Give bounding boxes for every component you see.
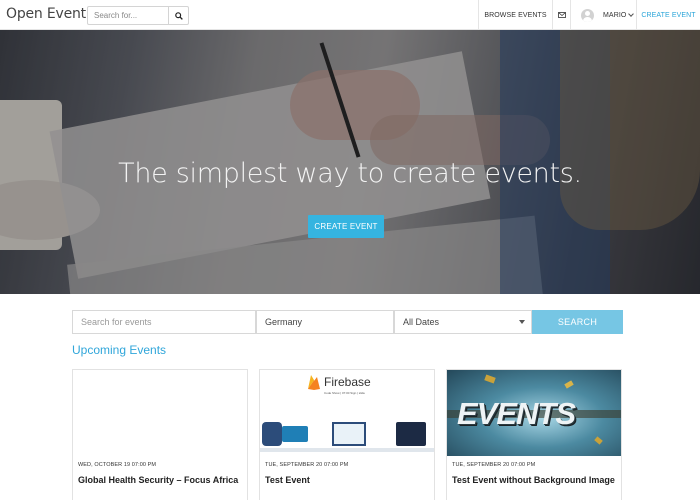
- illustration-screen-1: [282, 426, 308, 442]
- firebase-subtitle: Code Show | 07:00 Sign | slide: [324, 391, 365, 395]
- event-card-image: [73, 370, 247, 456]
- event-card-title[interactable]: Test Event: [265, 475, 310, 485]
- hero-banner: The simplest way to create events. CREAT…: [0, 30, 700, 294]
- firebase-title: Firebase: [324, 375, 371, 389]
- events-banner-confetti-1: [484, 374, 496, 384]
- date-select-value: All Dates: [403, 317, 440, 327]
- event-card-date: TUE, SEPTEMBER 20 07:00 PM: [452, 462, 536, 468]
- event-card[interactable]: EVENTS TUE, SEPTEMBER 20 07:00 PM Test E…: [446, 369, 622, 500]
- select-caret-icon: [519, 320, 525, 324]
- illustration-floor: [260, 448, 434, 452]
- nav-search: [87, 6, 189, 25]
- create-event-link[interactable]: CREATE EVENT: [636, 0, 700, 30]
- mail-button[interactable]: [552, 0, 570, 30]
- date-select[interactable]: All Dates: [394, 310, 532, 334]
- browse-events-link[interactable]: BROWSE EVENTS: [478, 0, 552, 30]
- location-input[interactable]: Germany: [256, 310, 394, 334]
- nav-search-input[interactable]: [88, 7, 168, 24]
- event-search-input[interactable]: Search for events: [72, 310, 256, 334]
- nav-search-button[interactable]: [168, 7, 188, 24]
- event-card-image: EVENTS: [447, 370, 621, 456]
- top-navbar: Open Event BROWSE EVENTS MARIO CREATE EV…: [0, 0, 700, 30]
- events-banner-confetti-3: [594, 436, 603, 445]
- caret-down-icon: [628, 11, 635, 17]
- nav-right: BROWSE EVENTS MARIO CREATE EVENT: [478, 0, 700, 30]
- event-card[interactable]: Firebase Code Show | 07:00 Sign | slide …: [259, 369, 435, 500]
- brand-logo[interactable]: Open Event: [6, 6, 86, 22]
- event-card-title[interactable]: Global Health Security – Focus Africa: [78, 475, 238, 485]
- illustration-screen-2: [396, 422, 426, 446]
- user-menu[interactable]: MARIO: [570, 0, 636, 30]
- event-card-title[interactable]: Test Event without Background Image: [452, 475, 615, 485]
- event-card-image: Firebase Code Show | 07:00 Sign | slide: [260, 370, 434, 456]
- hero-create-event-button[interactable]: CREATE EVENT: [308, 215, 384, 238]
- event-card-date: WED, OCTOBER 19 07:00 PM: [78, 462, 157, 468]
- event-card-date: TUE, SEPTEMBER 20 07:00 PM: [265, 462, 349, 468]
- user-avatar-icon: [581, 8, 594, 22]
- firebase-logo-icon: [308, 375, 320, 390]
- event-card[interactable]: WED, OCTOBER 19 07:00 PM Global Health S…: [72, 369, 248, 500]
- mail-icon: [557, 12, 566, 18]
- illustration-chart: [332, 422, 366, 446]
- search-button[interactable]: SEARCH: [532, 310, 623, 334]
- search-icon: [174, 11, 183, 20]
- events-banner-text: EVENTS: [457, 396, 576, 431]
- hero-title: The simplest way to create events.: [118, 158, 582, 189]
- illustration-person-1: [262, 422, 282, 446]
- user-name: MARIO: [603, 11, 627, 19]
- upcoming-events-heading: Upcoming Events: [72, 343, 167, 357]
- events-banner-confetti-2: [564, 380, 574, 389]
